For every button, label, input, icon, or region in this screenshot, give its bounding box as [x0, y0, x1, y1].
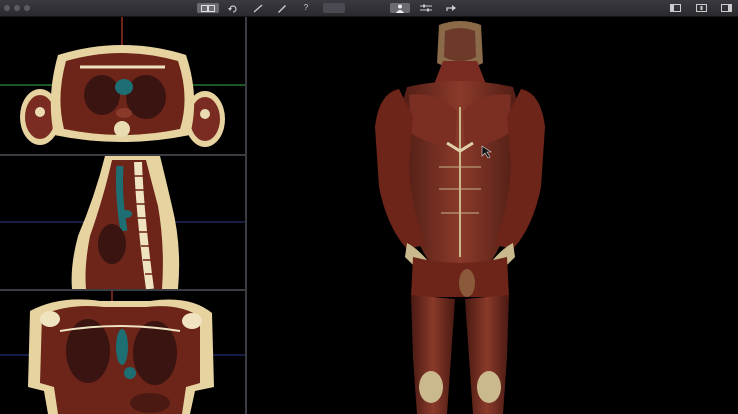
share-icon: [445, 5, 456, 11]
coronal-slice-image: [0, 291, 245, 414]
toolbar-spacer: [323, 3, 345, 13]
share-button[interactable]: [442, 3, 460, 13]
left-panel-button[interactable]: [668, 3, 682, 13]
person-button[interactable]: [390, 3, 410, 13]
scalpel-button[interactable]: [251, 3, 265, 13]
info-button[interactable]: [694, 3, 708, 13]
axial-slice-image: [0, 17, 245, 147]
info-icon: [695, 4, 707, 12]
right-panel-button[interactable]: [719, 3, 733, 13]
3d-viewport[interactable]: [247, 17, 738, 414]
sagittal-slice-view[interactable]: [0, 156, 245, 289]
sliders-button[interactable]: [417, 3, 435, 13]
rotate-button[interactable]: [225, 3, 241, 13]
pen-icon: [278, 4, 286, 13]
sagittal-slice-image: [0, 156, 245, 289]
close-window-button[interactable]: [4, 5, 10, 11]
rotate-icon: [228, 4, 237, 13]
person-icon: [396, 4, 404, 13]
toolbar: ?: [0, 0, 738, 17]
zoom-window-button[interactable]: [24, 5, 30, 11]
help-button[interactable]: ?: [300, 3, 312, 13]
anatomy-model-image: [375, 21, 545, 414]
slice-panel: [0, 17, 245, 414]
coronal-slice-view[interactable]: [0, 291, 245, 414]
sliders-icon: [420, 4, 432, 12]
view-layout-button[interactable]: [197, 3, 219, 13]
layout-icon: [201, 4, 215, 12]
axial-slice-view[interactable]: [0, 17, 245, 154]
panel-right-icon: [720, 4, 732, 12]
question-icon: ?: [303, 3, 309, 12]
scalpel-icon: [253, 4, 263, 12]
minimize-window-button[interactable]: [14, 5, 20, 11]
pen-button[interactable]: [275, 3, 289, 13]
panel-left-icon: [669, 4, 681, 12]
